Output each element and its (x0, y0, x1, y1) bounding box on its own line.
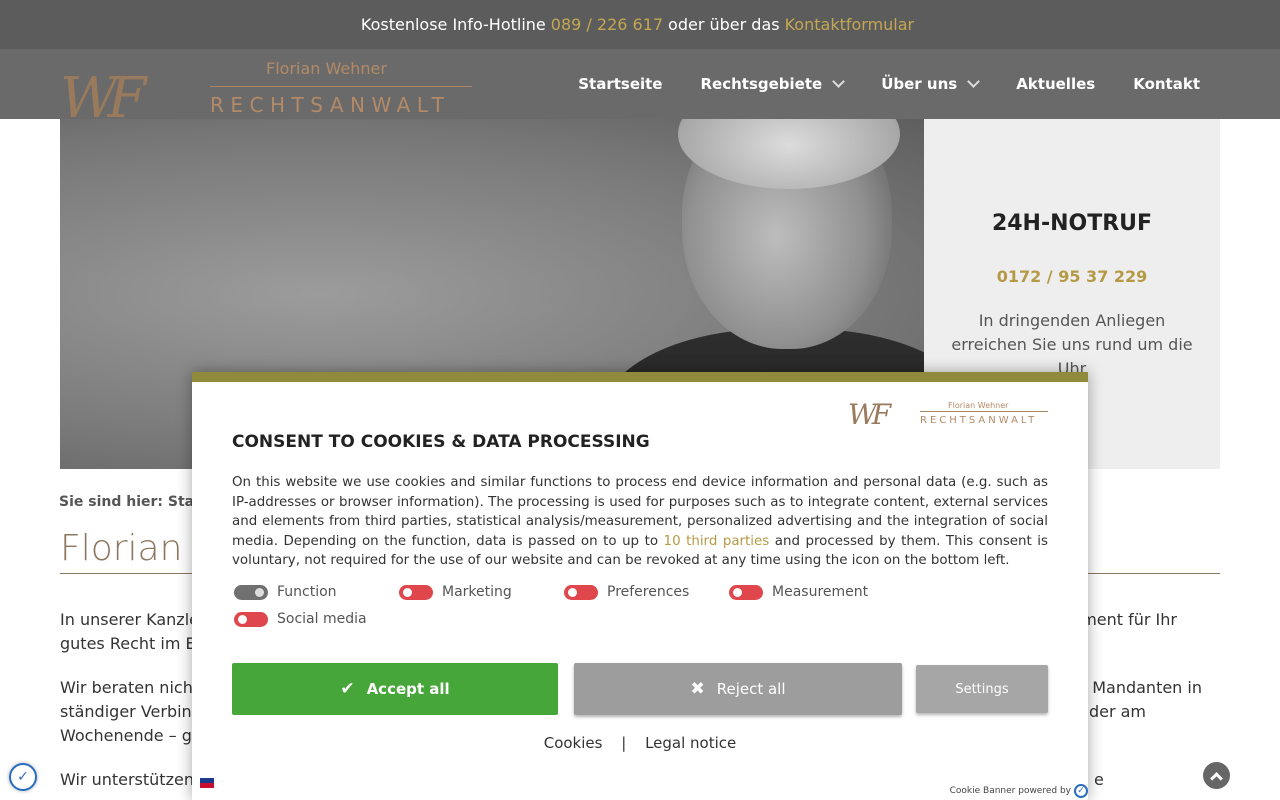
nav-label: Über uns (881, 75, 958, 93)
nav-item-kontakt[interactable]: Kontakt (1133, 75, 1200, 93)
nav-item-rechtsgebiete[interactable]: Rechtsgebiete (700, 75, 846, 93)
logo-title: RECHTSANWALT (210, 93, 451, 117)
paragraph-text: gutes Recht im Ein (60, 634, 211, 653)
logo-monogram: WF (848, 398, 891, 431)
preferences-switch[interactable] (564, 584, 598, 600)
emergency-text: In dringenden Anliegen erreichen Sie uns… (951, 311, 1193, 378)
toggle-label: Preferences (607, 584, 690, 600)
toggle-label: Marketing (442, 584, 512, 600)
powered-by: Cookie Banner powered by ✓ (950, 784, 1088, 798)
logo-name: Florian Wehner (948, 401, 1009, 410)
banner-logo: WF Florian Wehner RECHTSANWALT (848, 398, 1048, 440)
hotline-phone-link[interactable]: 089 / 226 617 (551, 15, 663, 34)
paragraph-text: In unserer Kanzlei (60, 610, 204, 629)
emergency-phone-link[interactable]: 0172 / 95 37 229 (924, 267, 1220, 286)
paragraph-text: Wir unterstützen (60, 770, 194, 789)
accept-label: Accept all (366, 680, 450, 698)
measurement-switch[interactable] (729, 584, 763, 600)
accept-all-button[interactable]: ✔ Accept all (232, 663, 558, 715)
nav-item-startseite[interactable]: Startseite (578, 75, 662, 93)
paragraph-text: ment für Ihr (1081, 610, 1177, 629)
chevron-down-icon[interactable] (832, 75, 846, 88)
checkmark-icon: ✓ (1074, 784, 1088, 798)
cookie-consent-dialog: WF Florian Wehner RECHTSANWALT CONSENT T… (192, 372, 1088, 800)
toggle-marketing[interactable]: Marketing (399, 584, 512, 600)
paragraph-text: n Mandanten in (1076, 678, 1202, 697)
legal-notice-link[interactable]: Legal notice (645, 734, 736, 752)
third-parties-link[interactable]: 10 third parties (664, 534, 770, 549)
logo-divider (210, 86, 472, 87)
toggle-measurement[interactable]: Measurement (729, 584, 868, 600)
function-switch (234, 584, 268, 600)
paragraph-text: ständiger Verbind (60, 702, 202, 721)
cookies-link[interactable]: Cookies (544, 734, 603, 752)
contact-form-link[interactable]: Kontaktformular (785, 15, 915, 34)
nav-label: Rechtsgebiete (700, 75, 823, 93)
toggle-label: Function (277, 584, 337, 600)
social-media-switch[interactable] (234, 611, 268, 627)
reject-label: Reject all (716, 680, 786, 698)
hotline-bar: Kostenlose Info-Hotline 089 / 226 617 od… (0, 0, 1280, 49)
link-separator: | (621, 734, 627, 752)
paragraph-text: oder am (1079, 702, 1146, 721)
emergency-heading: 24H-NOTRUF (991, 211, 1153, 236)
nav-label: Kontakt (1133, 75, 1200, 93)
close-icon: ✖ (690, 679, 705, 699)
toggle-label: Social media (277, 611, 367, 627)
toggle-label: Measurement (772, 584, 869, 600)
site-header: WF Florian Wehner RECHTSANWALT Startseit… (0, 49, 1280, 131)
hotline-prefix: Kostenlose Info-Hotline (360, 15, 546, 34)
nav-item-aktuelles[interactable]: Aktuelles (1016, 75, 1095, 93)
settings-button[interactable]: Settings (916, 665, 1048, 713)
logo-divider (920, 411, 1048, 412)
main-nav: Startseite Rechtsgebiete Über uns Aktuel… (540, 49, 1200, 119)
toggle-social-media[interactable]: Social media (234, 611, 367, 627)
paragraph-text: e (1094, 770, 1104, 789)
nav-label: Aktuelles (1016, 75, 1096, 93)
logo-title: RECHTSANWALT (920, 415, 1038, 426)
chevron-down-icon[interactable] (967, 75, 981, 88)
flag-icon[interactable] (200, 778, 214, 788)
settings-label: Settings (955, 681, 1009, 697)
arrow-up-icon[interactable] (1203, 762, 1230, 789)
checkmark-icon: ✔ (340, 679, 355, 699)
banner-links: Cookies | Legal notice (192, 734, 1088, 752)
logo-name: Florian Wehner (266, 59, 387, 78)
paragraph-text: Wir beraten nicht (60, 678, 200, 697)
reject-all-button[interactable]: ✖ Reject all (574, 663, 902, 715)
toggle-preferences[interactable]: Preferences (564, 584, 689, 600)
nav-label: Startseite (578, 75, 663, 93)
marketing-switch[interactable] (399, 584, 433, 600)
paragraph-text: Wochenende – ge (60, 726, 202, 745)
powered-by-text: Cookie Banner powered by (949, 786, 1071, 796)
banner-description: On this website we use cookies and simil… (232, 473, 1048, 571)
banner-title: CONSENT TO COOKIES & DATA PROCESSING (232, 432, 650, 452)
consent-icon[interactable]: ✓ (9, 763, 37, 791)
toggle-function: Function (234, 584, 337, 600)
hotline-middle: oder über das (668, 15, 780, 34)
nav-item-ueber-uns[interactable]: Über uns (881, 75, 981, 93)
